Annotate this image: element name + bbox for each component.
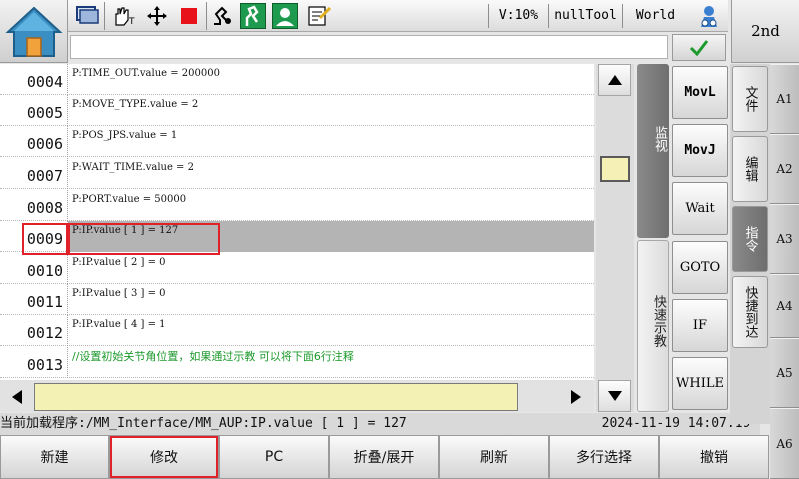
triangle-up-icon (607, 75, 622, 85)
command-input[interactable] (70, 35, 668, 59)
multi-select-button[interactable]: 多行选择 (549, 435, 659, 479)
line-number: 0012 (0, 315, 68, 346)
monitor-icon[interactable] (74, 3, 100, 29)
line-text[interactable]: //设置初始关节角位置，如果通过示教 可以将下面6行注释 (68, 347, 594, 378)
stop-icon[interactable] (176, 3, 202, 29)
movj-button[interactable]: MovJ (672, 124, 728, 177)
line-number: 0010 (0, 253, 68, 284)
line-text[interactable]: P:IP.value [ 4 ] = 1 (68, 315, 594, 346)
highlight-frame (22, 223, 68, 255)
movl-button[interactable]: MovL (672, 66, 728, 119)
a6-key[interactable]: A6 (770, 408, 799, 479)
triangle-left-icon (12, 390, 22, 404)
line-text[interactable]: P:WAIT_TIME.value = 2 (68, 158, 594, 189)
a5-key[interactable]: A5 (770, 338, 799, 408)
line-number: 0011 (0, 284, 68, 315)
a1-key[interactable]: A1 (770, 64, 799, 134)
scroll-left-button[interactable] (2, 382, 32, 412)
line-text[interactable]: P:MOVE_TYPE.value = 2 (68, 95, 594, 126)
program-line[interactable]: 0011 P:IP.value [ 3 ] = 0 (0, 284, 594, 315)
tab-monitor-label: 监视 (652, 126, 667, 152)
move-arrows-icon[interactable] (144, 3, 170, 29)
program-line[interactable]: 0007 P:WAIT_TIME.value = 2 (0, 158, 594, 189)
confirm-button[interactable] (672, 34, 726, 61)
robot-jog-icon[interactable] (210, 3, 236, 29)
scroll-down-button[interactable] (598, 380, 631, 412)
toolbar: T V:10% nullTool World (68, 0, 728, 32)
loaded-program-path: 当前加载程序:/MM_Interface/MM_AUP:IP.value [ 1… (0, 416, 407, 431)
tab-instruction[interactable]: 指令 (732, 206, 768, 272)
wait-button[interactable]: Wait (672, 182, 728, 235)
new-button[interactable]: 新建 (0, 435, 109, 479)
pc-button[interactable]: PC (219, 435, 329, 479)
goto-button[interactable]: GOTO (672, 241, 728, 294)
tool-display[interactable]: nullTool (548, 4, 622, 28)
svg-text:T: T (128, 17, 135, 27)
second-function-key[interactable]: 2nd (731, 0, 799, 63)
scroll-thumb[interactable] (600, 156, 630, 182)
program-line[interactable]: 0008 P:PORT.value = 50000 (0, 190, 594, 221)
line-number: 0008 (0, 190, 68, 221)
triangle-down-icon (607, 391, 622, 401)
robot-arm-icon[interactable] (240, 3, 266, 29)
highlight-frame (68, 223, 220, 255)
robot-status-icon[interactable] (696, 3, 722, 29)
vertical-scrollbar[interactable] (596, 64, 634, 412)
tab-quick-teach-label: 快速示教 (651, 295, 666, 347)
home-button[interactable] (0, 0, 68, 63)
scroll-up-button[interactable] (598, 64, 631, 96)
modify-button[interactable]: 修改 (109, 435, 219, 479)
line-text[interactable]: P:IP.value [ 3 ] = 0 (68, 284, 594, 315)
line-text[interactable]: P:PORT.value = 50000 (68, 190, 594, 221)
a3-key[interactable]: A3 (770, 204, 799, 274)
program-line[interactable]: 0006 P:POS_JPS.value = 1 (0, 126, 594, 157)
tab-quick-teach[interactable]: 快速示教 (637, 240, 669, 412)
record-icon[interactable] (306, 3, 332, 29)
triangle-right-icon (571, 390, 581, 404)
line-number: 0005 (0, 95, 68, 126)
scroll-right-button[interactable] (560, 382, 592, 412)
line-number: 0004 (0, 64, 68, 95)
tab-quick-reach[interactable]: 快捷到达 (732, 276, 768, 348)
tab-file[interactable]: 文件 (732, 66, 768, 132)
user-icon[interactable] (272, 3, 298, 29)
line-edit-field[interactable] (34, 383, 518, 411)
line-number: 0006 (0, 126, 68, 157)
a2-key[interactable]: A2 (770, 134, 799, 204)
a4-key[interactable]: A4 (770, 274, 799, 338)
line-text[interactable]: P:IP.value [ 2 ] = 0 (68, 253, 594, 284)
if-button[interactable]: IF (672, 299, 728, 352)
refresh-button[interactable]: 刷新 (439, 435, 549, 479)
while-button[interactable]: WHILE (672, 357, 728, 410)
program-line[interactable]: 0010 P:IP.value [ 2 ] = 0 (0, 253, 594, 284)
velocity-display[interactable]: V:10% (488, 4, 548, 28)
program-line[interactable]: 0004 P:TIME_OUT.value = 200000 (0, 64, 594, 95)
tab-monitor[interactable]: 监视 (637, 64, 669, 238)
line-number: 0007 (0, 158, 68, 189)
program-line[interactable]: 0012 P:IP.value [ 4 ] = 1 (0, 315, 594, 346)
line-number: 0013 (0, 347, 68, 378)
undo-button[interactable]: 撤销 (659, 435, 769, 479)
frame-display[interactable]: World (622, 4, 688, 28)
checkmark-icon (689, 39, 709, 56)
program-line[interactable]: 0013//设置初始关节角位置，如果通过示教 可以将下面6行注释 (0, 347, 594, 378)
home-icon (5, 6, 63, 57)
program-line[interactable]: 0005 P:MOVE_TYPE.value = 2 (0, 95, 594, 126)
line-text[interactable]: P:TIME_OUT.value = 200000 (68, 64, 594, 95)
line-text[interactable]: P:POS_JPS.value = 1 (68, 126, 594, 157)
hand-teach-icon[interactable]: T (110, 3, 136, 29)
program-editor[interactable]: 0004 P:TIME_OUT.value = 200000 0005 P:MOVE… (0, 64, 594, 380)
tab-edit[interactable]: 编辑 (732, 136, 768, 202)
fold-expand-button[interactable]: 折叠/展开 (329, 435, 439, 479)
